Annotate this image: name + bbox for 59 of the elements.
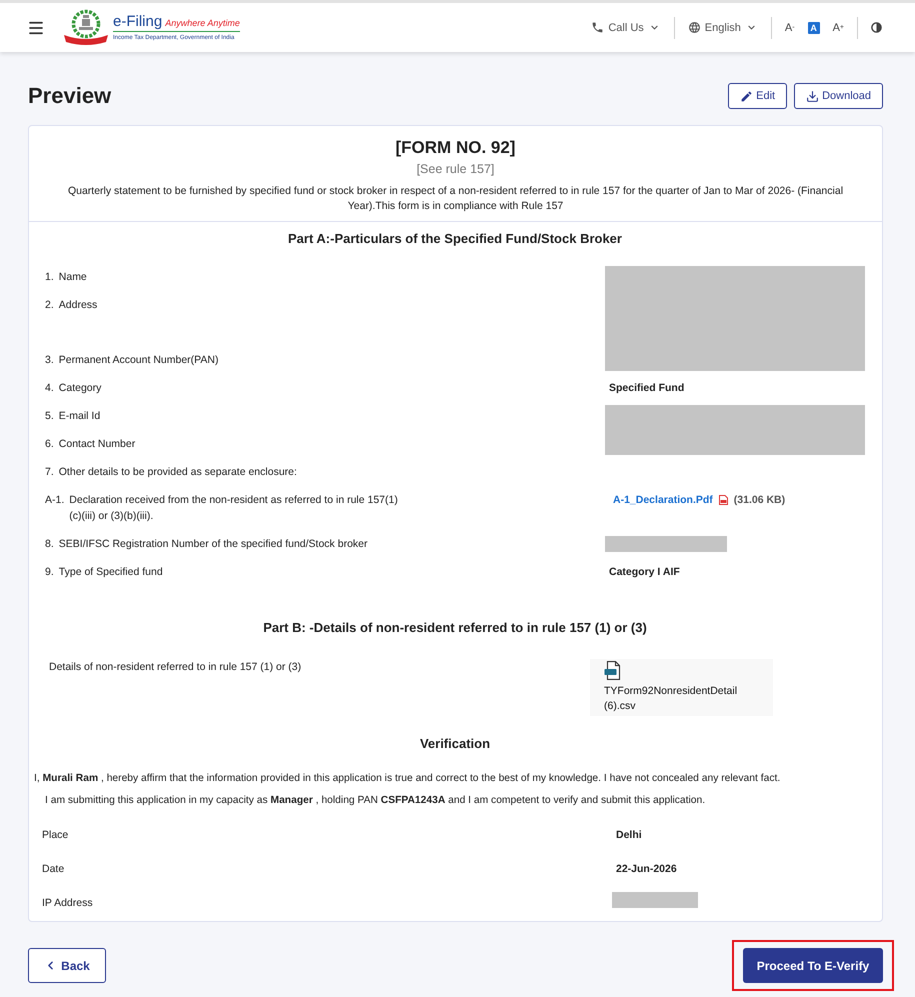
field-label: Place [42,828,70,843]
font-size-button[interactable]: A [808,22,820,34]
field-label: IP Address [42,896,94,911]
file-link[interactable]: A-1_Declaration.Pdf [613,494,713,506]
rule-reference: [See rule 157] [416,161,496,178]
font-size-button[interactable]: A$^{+}$ [832,20,844,34]
list-number: 3. [45,353,54,368]
emblem-icon [62,9,110,46]
csv-file-icon [604,661,621,680]
field-value: Specified Fund [608,381,686,396]
contrast-icon[interactable] [871,22,882,33]
page-title: Preview [28,83,112,109]
field-label: Permanent Account Number(PAN) [58,353,218,368]
list-number: 5. [45,409,54,424]
list-number: A-1. [45,493,64,508]
proceed-button[interactable]: Proceed To E-Verify [743,948,883,983]
pencil-icon [740,90,754,102]
field-label: Date [42,862,66,877]
field-value: 22-Jun-2026 [615,862,678,877]
declaration-text: I am submitting this application in my capacity as Manager , holding PAN CSFPA1243A and I am competent to verify and submit this application. [45,794,706,808]
field-label: E-mail Id [58,409,100,424]
call-us-menu[interactable]: Call Us [591,21,661,34]
form-title: [FORM NO. 92] [394,137,516,159]
field-label: Details of non-resident referred to in rule 157 (1) or (3) [49,660,302,675]
list-number: 2. [45,298,54,313]
declaration-text: I, Murali Ram , hereby affirm that the information provided in this application is true and correct to the best of my knowledge. I have not concealed any relevant fact. [34,772,782,786]
list-number: 4. [45,381,54,396]
logo-tagline: Anywhere Anytime [165,18,240,28]
language-menu[interactable]: English [688,21,758,34]
field-value: Category I AIF [608,565,681,580]
section-title: Verification [418,735,492,753]
list-number: 1. [45,270,54,285]
file-size: (31.06 KB) [734,494,786,506]
field-label: Type of Specified fund [58,565,163,580]
list-number: 7. [45,465,54,480]
back-button[interactable]: Back [28,948,106,983]
pdf-file-icon [718,495,728,505]
field-label: Category [58,381,102,396]
globe-icon [688,21,701,34]
list-number: 9. [45,565,54,580]
logo-title: e-Filing [113,13,162,30]
field-label: Other details to be provided as separate enclosure: [58,465,297,480]
field-value: Delhi [615,828,643,843]
field-label: Contact Number [58,437,136,452]
field-label: SEBI/IFSC Registration Number of the specified fund/Stock broker [58,537,368,552]
field-label: Name [58,270,87,285]
edit-button[interactable]: Edit [728,83,788,109]
section-title: Part B: -Details of non-resident referred to in rule 157 (1) or (3) [262,619,648,637]
csv-file-attachment[interactable]: TYForm92NonresidentDetail (6).csv [590,659,773,716]
form-description: Quarterly statement to be furnished by specified fund or stock broker in respect of a non-resident referred to in rule 157 for the quarter of Jan to Mar of 2026- (Financial Year).This form is in compliance with Rule 157 [66,184,844,214]
list-number: 6. [45,437,54,452]
section-title: Part A:-Particulars of the Specified Fund/Stock Broker [287,230,623,248]
font-size-button[interactable]: A$^{-}$ [784,20,795,34]
field-label: Address [58,298,98,313]
field-label: Declaration received from the non-resident as referred to in rule 157(1) (c)(iii) or (3)(b)(iii). [69,493,398,524]
phone-icon [591,21,604,34]
download-button[interactable]: Download [794,83,883,109]
list-number: 8. [45,537,54,552]
download-icon [806,90,820,102]
